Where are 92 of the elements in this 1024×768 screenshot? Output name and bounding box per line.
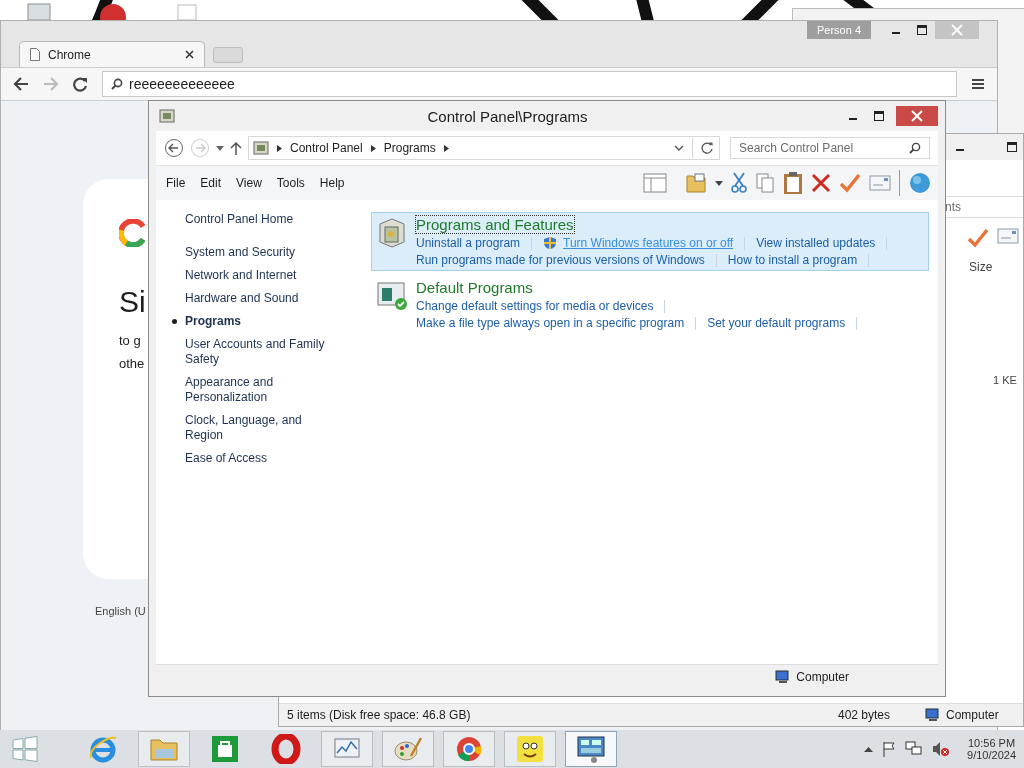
address-bar[interactable]: Control Panel Programs: [248, 136, 720, 160]
task-link[interactable]: Uninstall a program: [416, 236, 521, 250]
nav-link[interactable]: Programs: [171, 314, 242, 329]
description-text: othe: [119, 356, 145, 371]
logo-icon: [119, 219, 145, 247]
close-button[interactable]: [896, 106, 938, 126]
globe-icon[interactable]: [908, 172, 932, 194]
table-cell: 1 KE: [993, 374, 1017, 386]
flag-icon[interactable]: [882, 741, 897, 757]
task-link[interactable]: Make a file type always open in a specific program: [416, 316, 685, 330]
category-title[interactable]: Programs and Features: [416, 216, 574, 233]
reload-icon[interactable]: [73, 76, 88, 92]
chrome-logo-icon: [454, 734, 484, 764]
menu-item[interactable]: View: [236, 176, 262, 190]
taskbar-button[interactable]: [443, 731, 495, 767]
task-link[interactable]: Change default settings for media or devices: [416, 299, 654, 313]
nav-link[interactable]: Ease of Access: [171, 451, 335, 466]
clipboard-icon[interactable]: [783, 171, 803, 195]
page-icon: [30, 48, 40, 61]
taskbar-button[interactable]: [565, 731, 617, 767]
search-field[interactable]: Search Control Panel: [730, 137, 930, 159]
program-box-icon: [376, 216, 408, 248]
shopping-bag-icon: [210, 734, 240, 764]
card-icon[interactable]: [997, 228, 1019, 244]
status-text: Computer: [946, 708, 999, 722]
task-link[interactable]: View installed updates: [756, 236, 876, 250]
menu-item[interactable]: Edit: [200, 176, 222, 190]
nav-link[interactable]: User Accounts and Family Safety: [171, 337, 335, 367]
menu-item[interactable]: File: [166, 176, 186, 190]
window-title: Control Panel\Programs: [426, 107, 589, 125]
column-header[interactable]: Size: [969, 260, 993, 274]
panel-screen-icon: [576, 734, 606, 764]
control-panel-icon: [253, 140, 269, 156]
breadcrumb-item[interactable]: Control Panel: [290, 141, 363, 155]
nav-link[interactable]: Hardware and Sound: [171, 291, 335, 306]
control-panel-icon: [159, 108, 175, 124]
description-text: to g: [119, 333, 142, 348]
tab-title: Chrome: [48, 47, 92, 62]
address-field[interactable]: reeeeeeeeeeeee: [102, 71, 957, 97]
task-link[interactable]: How to install a program: [727, 253, 858, 267]
nav-link[interactable]: Network and Internet: [171, 268, 335, 283]
nav-link[interactable]: Control Panel Home: [171, 212, 335, 227]
chevron-icon[interactable]: [370, 144, 376, 152]
search-icon: [909, 142, 921, 154]
speaker-muted-icon[interactable]: [932, 741, 951, 757]
task-link[interactable]: Run programs made for previous versions of Windows: [416, 253, 705, 267]
menu-item[interactable]: Help: [319, 176, 345, 190]
back-icon[interactable]: [13, 77, 29, 91]
caret-icon[interactable]: [715, 180, 723, 186]
checkmark-icon[interactable]: [839, 173, 861, 193]
browser-e-icon: [88, 734, 118, 764]
dropdown-icon[interactable]: [674, 145, 684, 151]
status-text: 5 items (Disk free space: 46.8 GB): [287, 708, 472, 722]
folder-icon[interactable]: [685, 172, 707, 194]
task-link[interactable]: Set your default programs: [707, 316, 846, 330]
taskbar-button[interactable]: [382, 731, 434, 767]
chevron-icon[interactable]: [443, 144, 449, 152]
language-selector[interactable]: English (U: [95, 605, 146, 617]
card-icon[interactable]: [869, 175, 891, 191]
taskbar-button[interactable]: [504, 731, 556, 767]
breadcrumb-item[interactable]: Programs: [383, 141, 436, 155]
nav-link[interactable]: System and Security: [171, 245, 335, 260]
start-button[interactable]: [10, 736, 40, 762]
refresh-icon[interactable]: [701, 142, 713, 154]
delete-icon[interactable]: [811, 173, 831, 193]
checkmark-icon[interactable]: [967, 228, 989, 248]
menu-icon[interactable]: [971, 78, 985, 90]
heading: Si: [119, 285, 146, 319]
chevron-icon[interactable]: [277, 144, 282, 152]
nav-link[interactable]: Appearance and Personalization: [171, 375, 335, 405]
caret-icon[interactable]: [216, 145, 224, 151]
status-text: 402 bytes: [838, 708, 892, 722]
clock[interactable]: 10:56 PM 9/10/2024: [967, 737, 1016, 761]
scissors-icon[interactable]: [731, 172, 747, 194]
nav-link[interactable]: Clock, Language, and Region: [171, 413, 335, 443]
computer-icon: [775, 670, 792, 684]
menu-item[interactable]: Tools: [276, 176, 305, 190]
clock-time: 10:56 PM: [968, 737, 1016, 749]
network-icon[interactable]: [905, 741, 924, 757]
search-icon: [111, 78, 123, 90]
back-icon[interactable]: [164, 138, 184, 158]
clock-date: 9/10/2024: [967, 749, 1016, 761]
browser-tab[interactable]: Chrome: [19, 41, 205, 67]
app-tile-icon: [515, 734, 545, 764]
screen-check-icon: [376, 279, 408, 311]
ring-icon: [271, 734, 301, 764]
status-text: Computer: [796, 670, 849, 684]
close-icon[interactable]: [185, 50, 194, 59]
computer-icon: [925, 708, 941, 722]
category-title[interactable]: Default Programs: [416, 279, 533, 296]
caret-up-icon[interactable]: [864, 746, 874, 752]
up-arrow-icon[interactable]: [230, 141, 242, 155]
